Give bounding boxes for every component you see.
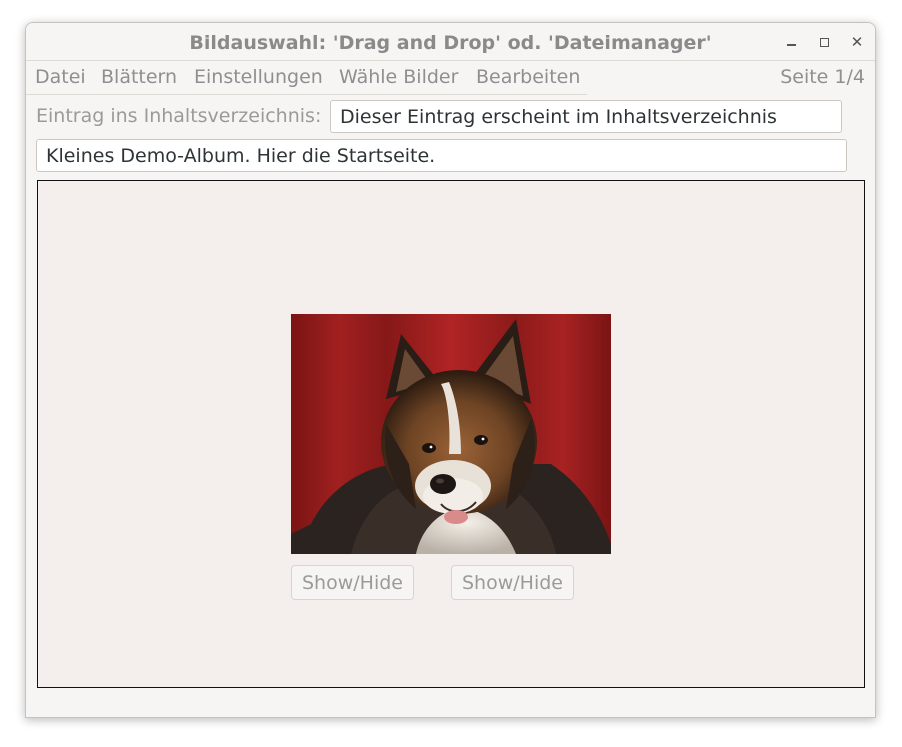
minimize-button[interactable] bbox=[780, 31, 802, 53]
window-title: Bildauswahl: 'Drag and Drop' od. 'Dateim… bbox=[189, 32, 712, 54]
close-icon: ✕ bbox=[850, 32, 864, 51]
page-text-input[interactable] bbox=[36, 139, 847, 172]
menu-datei[interactable]: Datei bbox=[35, 66, 86, 88]
menu-bar: Datei Blättern Einstellungen Wähle Bilde… bbox=[26, 61, 875, 97]
maximize-icon bbox=[819, 37, 829, 47]
show-hide-button-1[interactable]: Show/Hide bbox=[291, 565, 414, 600]
page-indicator: Seite 1/4 bbox=[780, 66, 865, 88]
menu-waehle-bilder[interactable]: Wähle Bilder bbox=[339, 66, 458, 88]
menu-einstellungen[interactable]: Einstellungen bbox=[194, 66, 323, 88]
album-page-canvas[interactable]: Show/Hide Show/Hide bbox=[37, 180, 865, 688]
close-button[interactable]: ✕ bbox=[846, 31, 868, 53]
title-bar[interactable]: Bildauswahl: 'Drag and Drop' od. 'Dateim… bbox=[26, 23, 875, 61]
toc-label: Eintrag ins Inhaltsverzeichnis: bbox=[36, 105, 322, 127]
toc-entry-input[interactable] bbox=[330, 100, 842, 133]
menu-divider bbox=[26, 94, 587, 95]
minimize-icon bbox=[786, 44, 796, 46]
dog-photo[interactable] bbox=[291, 314, 611, 554]
show-hide-button-2[interactable]: Show/Hide bbox=[451, 565, 574, 600]
app-window: Bildauswahl: 'Drag and Drop' od. 'Dateim… bbox=[25, 22, 876, 718]
maximize-button[interactable] bbox=[813, 31, 835, 53]
menu-bearbeiten[interactable]: Bearbeiten bbox=[476, 66, 580, 88]
menu-blaettern[interactable]: Blättern bbox=[101, 66, 177, 88]
